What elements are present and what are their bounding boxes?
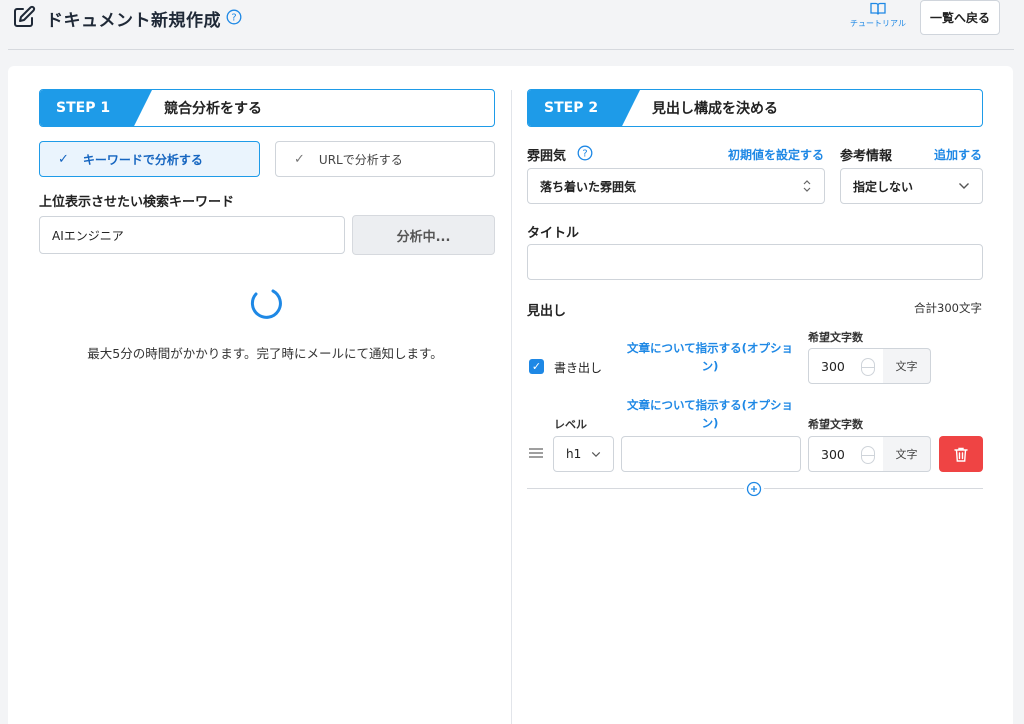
char-unit: 文字 — [883, 348, 931, 384]
column-divider — [511, 90, 512, 724]
tutorial-button[interactable]: チュートリアル — [846, 2, 910, 34]
instruction-link[interactable]: 文章について指示する(オプション) — [620, 396, 800, 432]
step2-tag: STEP 2 — [528, 90, 640, 126]
opening-checkbox[interactable]: ✓ — [529, 359, 544, 374]
char-count-input[interactable]: 300 — [808, 436, 884, 472]
reference-value: 指定しない — [853, 179, 914, 194]
char-count-value: 300 — [821, 358, 845, 374]
help-icon[interactable]: ? — [226, 9, 242, 25]
svg-text:?: ? — [582, 149, 587, 160]
url-mode-button[interactable]: ✓ URLで分析する — [275, 141, 495, 177]
opening-label: 書き出し — [554, 361, 603, 375]
keyword-label: 上位表示させたい検索キーワード — [39, 195, 235, 210]
step1-tag: STEP 1 — [40, 90, 152, 126]
delete-heading-button[interactable] — [939, 436, 983, 472]
page-header: ドキュメント新規作成 ? チュートリアル 一覧へ戻る — [0, 0, 1024, 50]
updown-chevron-icon — [803, 180, 811, 192]
analysis-notice: 最大5分の時間がかかります。完了時にメールにて通知します。 — [87, 346, 443, 361]
svg-text:?: ? — [231, 13, 236, 24]
edit-icon — [14, 5, 36, 27]
title-label: タイトル — [527, 226, 580, 241]
char-count-label: 希望文字数 — [808, 331, 863, 344]
header-divider — [8, 49, 1014, 50]
check-icon: ✓ — [294, 151, 305, 167]
char-count-value: 300 — [821, 446, 845, 462]
level-label: レベル — [554, 418, 587, 431]
check-icon: ✓ — [58, 151, 69, 167]
loading-spinner-icon — [250, 289, 282, 319]
keyword-mode-label: キーワードで分析する — [82, 152, 203, 167]
trash-icon — [954, 447, 968, 462]
analyze-button[interactable]: 分析中... — [352, 215, 495, 255]
title-input[interactable] — [527, 244, 983, 280]
step2-title: 見出し構成を決める — [652, 101, 778, 117]
stepper-icon[interactable] — [861, 446, 875, 464]
heading-input[interactable] — [621, 436, 801, 472]
headings-label: 見出し — [527, 304, 567, 319]
book-icon — [870, 2, 886, 15]
add-reference-link[interactable]: 追加する — [934, 146, 982, 163]
back-to-list-button[interactable]: 一覧へ戻る — [920, 0, 1000, 35]
help-icon[interactable]: ? — [577, 145, 593, 161]
url-mode-label: URLで分析する — [318, 152, 403, 167]
chevron-down-icon — [591, 451, 601, 457]
page-title: ドキュメント新規作成 — [46, 11, 221, 31]
char-count-label: 希望文字数 — [808, 418, 863, 431]
total-chars: 合計300文字 — [914, 301, 982, 315]
tutorial-label: チュートリアル — [850, 19, 906, 28]
atmosphere-value: 落ち着いた雰囲気 — [540, 179, 637, 194]
char-unit: 文字 — [883, 436, 931, 472]
keyword-input[interactable]: AIエンジニア — [39, 216, 345, 254]
step2-header: STEP 2 見出し構成を決める — [527, 89, 983, 127]
level-select[interactable]: h1 — [553, 436, 614, 472]
drag-handle-icon[interactable] — [528, 446, 544, 460]
reference-label: 参考情報 — [840, 149, 893, 164]
set-default-link[interactable]: 初期値を設定する — [728, 146, 824, 163]
step1-title: 競合分析をする — [164, 101, 262, 117]
plus-circle-icon — [746, 481, 762, 497]
char-count-input[interactable]: 300 — [808, 348, 884, 384]
keyword-mode-button[interactable]: ✓ キーワードで分析する — [39, 141, 260, 177]
reference-select[interactable]: 指定しない — [840, 168, 983, 204]
step1-header: STEP 1 競合分析をする — [39, 89, 495, 127]
instruction-link[interactable]: 文章について指示する(オプション) — [620, 339, 800, 375]
atmosphere-label: 雰囲気 — [527, 149, 567, 164]
stepper-icon[interactable] — [861, 358, 875, 376]
chevron-down-icon — [959, 183, 969, 189]
add-heading-button[interactable] — [744, 479, 764, 499]
atmosphere-select[interactable]: 落ち着いた雰囲気 — [527, 168, 825, 204]
level-value: h1 — [566, 447, 582, 461]
